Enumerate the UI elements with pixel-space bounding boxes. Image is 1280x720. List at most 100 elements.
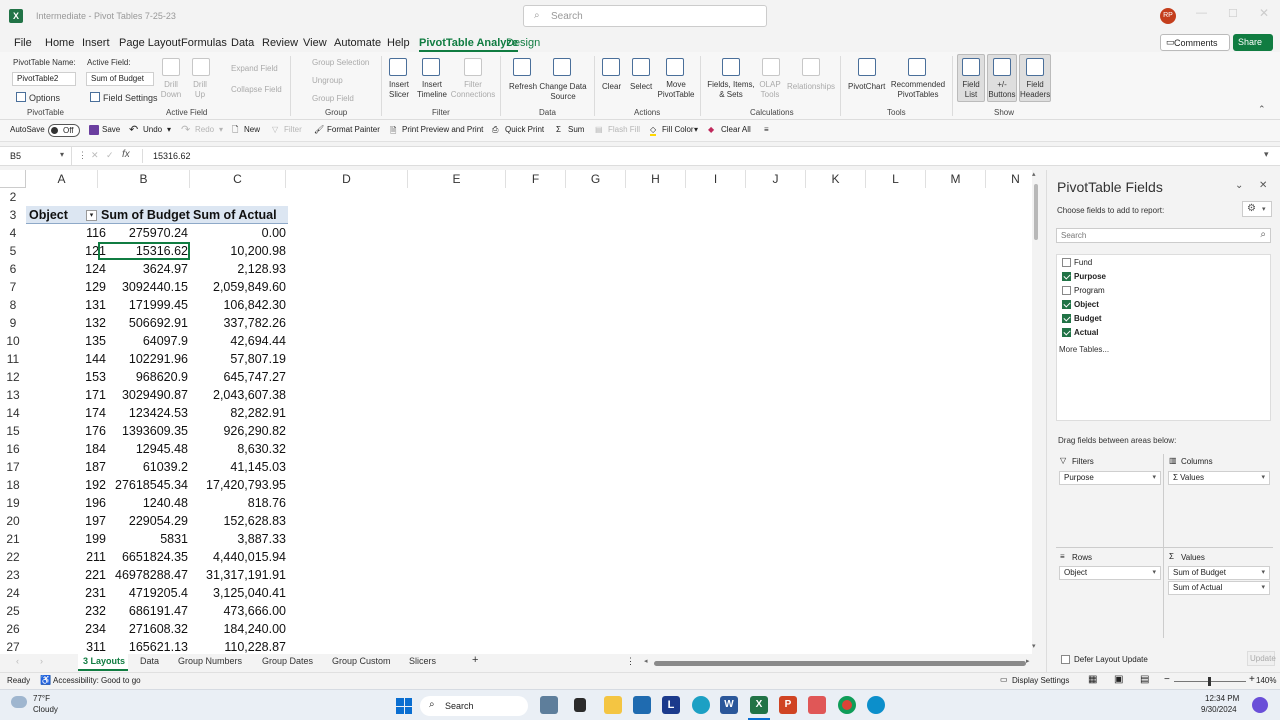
field-label[interactable]: Fund xyxy=(1074,258,1092,267)
accessibility-status[interactable]: Accessibility: Good to go xyxy=(53,676,141,685)
fill-color-button[interactable]: Fill Color xyxy=(662,125,694,134)
field-checkbox-actual[interactable] xyxy=(1062,328,1071,337)
cell-a[interactable]: 192 xyxy=(28,476,106,494)
sum-button[interactable]: Sum xyxy=(568,125,584,134)
column-header-d[interactable]: D xyxy=(286,170,408,188)
page-layout-view-icon[interactable]: ▣ xyxy=(1114,674,1123,685)
row-filter-dropdown-icon[interactable]: ▾ xyxy=(86,210,97,221)
select-button[interactable]: Select xyxy=(630,82,652,92)
cell-c[interactable]: 3,125,040.41 xyxy=(190,584,286,602)
field-label[interactable]: Budget xyxy=(1074,314,1102,323)
cell-b[interactable]: 3029490.87 xyxy=(98,386,188,404)
snipping-tool-icon[interactable] xyxy=(808,696,826,714)
teams-icon[interactable] xyxy=(692,696,710,714)
cell-c[interactable]: 2,128.93 xyxy=(190,260,286,278)
copilot-taskbar-icon[interactable] xyxy=(1252,697,1268,713)
filter-connections-button[interactable]: Filter Connections xyxy=(450,80,496,100)
menu-file[interactable]: File xyxy=(14,37,32,49)
options-button[interactable]: Options xyxy=(29,93,60,103)
drill-up-button[interactable]: Drill Up xyxy=(190,80,210,100)
move-pivottable-button[interactable]: Move PivotTable xyxy=(655,80,697,100)
cell-c[interactable]: 8,630.32 xyxy=(190,440,286,458)
zoom-level[interactable]: 140% xyxy=(1256,676,1276,685)
cell-c[interactable]: 42,694.44 xyxy=(190,332,286,350)
menu-insert[interactable]: Insert xyxy=(82,37,110,49)
taskbar-search[interactable]: ⌕ Search xyxy=(420,696,528,716)
edge-icon[interactable] xyxy=(867,696,885,714)
field-checkbox-budget[interactable] xyxy=(1062,314,1071,323)
cell-b[interactable]: 1393609.35 xyxy=(98,422,188,440)
cell-c[interactable]: 4,440,015.94 xyxy=(190,548,286,566)
cell-c[interactable]: 57,807.19 xyxy=(190,350,286,368)
cell-b[interactable]: 5831 xyxy=(98,530,188,548)
cell-a[interactable]: 196 xyxy=(28,494,106,512)
cell-a[interactable]: 124 xyxy=(28,260,106,278)
cell-b[interactable]: 3092440.15 xyxy=(98,278,188,296)
menu-automate[interactable]: Automate xyxy=(334,37,381,49)
values-field-sum-of-budget[interactable]: Sum of Budget ▾ xyxy=(1168,566,1270,580)
sheet-tab-3-layouts[interactable]: 3 Layouts xyxy=(78,654,128,671)
cell-a[interactable]: 231 xyxy=(28,584,106,602)
column-header-f[interactable]: F xyxy=(506,170,566,188)
fields-items-sets-button[interactable]: Fields, Items, & Sets xyxy=(706,80,756,100)
menu-home[interactable]: Home xyxy=(45,37,74,49)
save-button[interactable]: Save xyxy=(102,125,120,134)
expand-field-button[interactable]: Expand Field xyxy=(231,64,278,74)
chrome-icon[interactable] xyxy=(838,696,856,714)
insert-slicer-button[interactable]: Insert Slicer xyxy=(386,80,412,100)
olap-tools-button[interactable]: OLAP Tools xyxy=(758,80,782,100)
row-header[interactable]: 26 xyxy=(0,620,26,638)
pivotchart-button[interactable]: PivotChart xyxy=(848,82,885,92)
cell-c[interactable]: 82,282.91 xyxy=(190,404,286,422)
cell-b[interactable]: 1240.48 xyxy=(98,494,188,512)
pane-settings-button[interactable]: ⚙ ▾ xyxy=(1242,201,1272,217)
cell-a[interactable]: 174 xyxy=(28,404,106,422)
values-field-sum-of-actual[interactable]: Sum of Actual ▾ xyxy=(1168,581,1270,595)
row-header[interactable]: 3 xyxy=(0,206,26,224)
column-header-c[interactable]: C xyxy=(190,170,286,188)
page-break-view-icon[interactable]: ▤ xyxy=(1140,674,1149,685)
pivot-header-b[interactable]: Sum of Budget xyxy=(101,206,190,224)
cell-b[interactable]: 171999.45 xyxy=(98,296,188,314)
row-header[interactable]: 24 xyxy=(0,584,26,602)
row-header[interactable]: 20 xyxy=(0,512,26,530)
fill-color-dropdown-icon[interactable]: ▾ xyxy=(694,125,698,134)
quick-print-button[interactable]: Quick Print xyxy=(505,125,544,134)
vertical-scrollbar[interactable]: ▴ ▾ xyxy=(1032,170,1040,654)
field-settings-button[interactable]: Field Settings xyxy=(103,93,158,103)
cell-b[interactable] xyxy=(98,188,188,206)
column-header-i[interactable]: I xyxy=(686,170,746,188)
cell-a[interactable] xyxy=(28,188,106,206)
cell-c[interactable] xyxy=(190,188,286,206)
app-l-icon[interactable]: L xyxy=(662,696,680,714)
filters-area[interactable]: ▽ Filters Purpose ▾ xyxy=(1056,454,1164,542)
cell-c[interactable]: 106,842.30 xyxy=(190,296,286,314)
cell-c[interactable]: 41,145.03 xyxy=(190,458,286,476)
taskbar-time[interactable]: 12:34 PM xyxy=(1205,694,1239,703)
cell-c[interactable]: 110,228.87 xyxy=(190,638,286,654)
zoom-slider[interactable] xyxy=(1174,677,1246,686)
cell-a[interactable]: 199 xyxy=(28,530,106,548)
cell-c[interactable]: 2,043,607.38 xyxy=(190,386,286,404)
cell-b[interactable]: 229054.29 xyxy=(98,512,188,530)
row-header[interactable]: 5 xyxy=(0,242,26,260)
column-header-g[interactable]: G xyxy=(566,170,626,188)
display-settings-button[interactable]: Display Settings xyxy=(1012,676,1069,685)
cell-b[interactable]: 12945.48 xyxy=(98,440,188,458)
menu-pivottable-analyze[interactable]: PivotTable Analyze xyxy=(419,37,519,52)
cell-b[interactable]: 686191.47 xyxy=(98,602,188,620)
cell-c[interactable]: 10,200.98 xyxy=(190,242,286,260)
menu-design[interactable]: Design xyxy=(506,37,540,49)
collapse-field-button[interactable]: Collapse Field xyxy=(231,85,282,95)
row-header[interactable]: 15 xyxy=(0,422,26,440)
row-header[interactable]: 11 xyxy=(0,350,26,368)
task-view-icon[interactable] xyxy=(574,698,586,712)
cell-b[interactable]: 46978288.47 xyxy=(98,566,188,584)
zoom-out-icon[interactable]: − xyxy=(1164,674,1170,685)
cell-a[interactable]: 311 xyxy=(28,638,106,654)
redo-dropdown-icon[interactable]: ▾ xyxy=(219,125,223,134)
menu-data[interactable]: Data xyxy=(231,37,254,49)
cell-a[interactable]: 171 xyxy=(28,386,106,404)
normal-view-icon[interactable]: ▦ xyxy=(1088,674,1097,685)
pivottable-name-input[interactable]: PivotTable2 xyxy=(12,72,76,86)
